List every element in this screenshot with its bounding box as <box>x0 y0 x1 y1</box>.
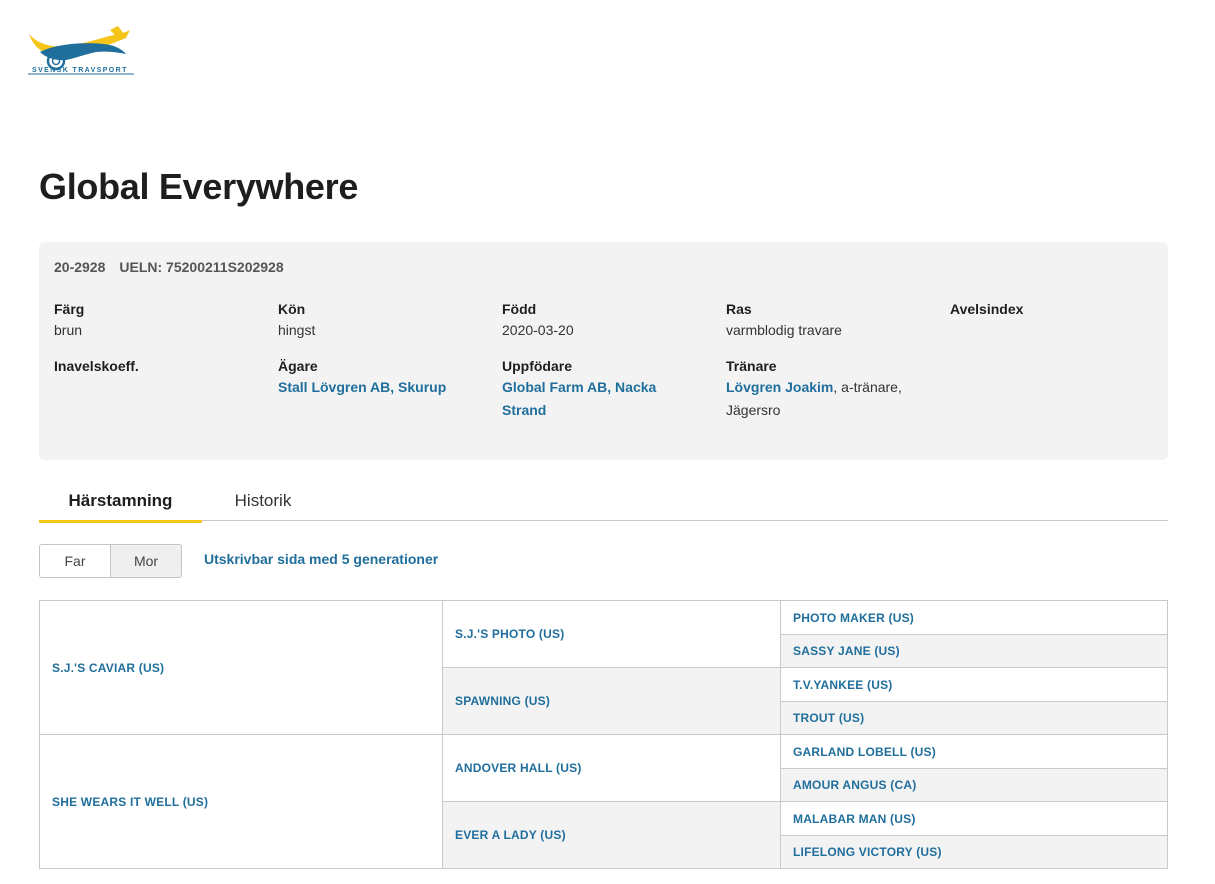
field-born: Född 2020-03-20 <box>502 299 712 342</box>
trainer-label: Tränare <box>726 358 777 374</box>
color-label: Färg <box>54 301 85 317</box>
ueln-number: UELN: 75200211S202928 <box>119 259 284 275</box>
field-color: Färg brun <box>54 299 264 342</box>
breeder-link[interactable]: Global Farm AB, Nacka Strand <box>502 376 712 422</box>
pedigree-gen3-cell: MALABAR MAN (US) <box>780 801 1168 836</box>
born-value: 2020-03-20 <box>502 322 574 338</box>
breeder-link-line2: Strand <box>502 402 547 418</box>
trainer-location: Jägersro <box>726 402 781 418</box>
tab-pedigree[interactable]: Härstamning <box>39 486 202 523</box>
pedigree-gen3-cell: T.V.YANKEE (US) <box>780 667 1168 702</box>
field-sex: Kön hingst <box>278 299 488 342</box>
logo-wordmark: SVENSK TRAVSPORT <box>32 67 128 74</box>
pedigree-gen2-link[interactable]: S.J.'S PHOTO (US) <box>455 627 564 641</box>
page-title: Global Everywhere <box>39 166 359 207</box>
pedigree-gen3-cell: PHOTO MAKER (US) <box>780 600 1168 635</box>
pedigree-dam-cell: SHE WEARS IT WELL (US) <box>39 734 443 869</box>
pedigree-gen3-cell: LIFELONG VICTORY (US) <box>780 835 1168 869</box>
pedigree-gen3-link[interactable]: TROUT (US) <box>793 711 864 725</box>
pedigree-gen3-link[interactable]: AMOUR ANGUS (CA) <box>793 778 916 792</box>
tab-history[interactable]: Historik <box>217 486 309 520</box>
trainer-link[interactable]: Lövgren Joakim <box>726 379 833 395</box>
pedigree-gen3-link[interactable]: PHOTO MAKER (US) <box>793 611 914 625</box>
pedigree-gen3-link[interactable]: GARLAND LOBELL (US) <box>793 745 936 759</box>
toggle-far-button[interactable]: Far <box>40 545 110 577</box>
breed-value: varmblodig travare <box>726 322 842 338</box>
breeder-link-line1: Global Farm AB, Nacka <box>502 379 657 395</box>
pedigree-gen2-cell: ANDOVER HALL (US) <box>442 734 781 802</box>
pedigree-table: S.J.'S CAVIAR (US) SHE WEARS IT WELL (US… <box>39 600 1168 869</box>
pedigree-gen2-cell: SPAWNING (US) <box>442 667 781 735</box>
pedigree-gen2-link[interactable]: EVER A LADY (US) <box>455 828 566 842</box>
sex-value: hingst <box>278 322 316 338</box>
tab-bar: Härstamning Historik <box>39 486 1168 523</box>
pedigree-sire-cell: S.J.'S CAVIAR (US) <box>39 600 443 735</box>
owner-label: Ägare <box>278 358 318 374</box>
born-label: Född <box>502 301 537 317</box>
trainer-value: Lövgren Joakim, a-tränare, Jägersro <box>726 376 936 422</box>
printable-pedigree-link[interactable]: Utskrivbar sida med 5 generationer <box>204 551 438 567</box>
pedigree-gen3-link[interactable]: SASSY JANE (US) <box>793 644 900 658</box>
color-value: brun <box>54 322 83 338</box>
owner-link[interactable]: Stall Lövgren AB, Skurup <box>278 376 488 399</box>
sire-dam-toggle: Far Mor <box>39 544 182 578</box>
field-breeder: Uppfödare Global Farm AB, Nacka Strand <box>502 356 712 422</box>
field-breeding-index: Avelsindex <box>950 299 1160 319</box>
pedigree-gen2-cell: S.J.'S PHOTO (US) <box>442 600 781 668</box>
pedigree-gen3-cell: GARLAND LOBELL (US) <box>780 734 1168 769</box>
field-inbreeding: Inavelskoeff. <box>54 356 264 376</box>
breed-label: Ras <box>726 301 752 317</box>
pedigree-gen3-cell: TROUT (US) <box>780 701 1168 735</box>
pedigree-gen3-link[interactable]: LIFELONG VICTORY (US) <box>793 845 942 859</box>
pedigree-gen3-cell: SASSY JANE (US) <box>780 634 1168 668</box>
field-owner: Ägare Stall Lövgren AB, Skurup <box>278 356 488 399</box>
pedigree-gen3-cell: AMOUR ANGUS (CA) <box>780 768 1168 802</box>
field-trainer: Tränare Lövgren Joakim, a-tränare, Jäger… <box>726 356 936 422</box>
pedigree-dam-link[interactable]: SHE WEARS IT WELL (US) <box>52 795 208 809</box>
registration-number: 20-2928 <box>54 259 106 275</box>
field-breed: Ras varmblodig travare <box>726 299 936 342</box>
pedigree-sire-link[interactable]: S.J.'S CAVIAR (US) <box>52 661 164 675</box>
pedigree-gen2-cell: EVER A LADY (US) <box>442 801 781 869</box>
toggle-mor-button[interactable]: Mor <box>110 545 181 577</box>
pedigree-gen3-link[interactable]: T.V.YANKEE (US) <box>793 678 892 692</box>
pedigree-gen3-link[interactable]: MALABAR MAN (US) <box>793 812 916 826</box>
horse-info-card: 20-2928 UELN: 75200211S202928 Färg brun K… <box>39 242 1168 460</box>
pedigree-gen2-link[interactable]: SPAWNING (US) <box>455 694 550 708</box>
trainer-role: , a-tränare, <box>833 379 902 395</box>
registration-line: 20-2928 UELN: 75200211S202928 <box>54 259 298 275</box>
pedigree-gen2-link[interactable]: ANDOVER HALL (US) <box>455 761 582 775</box>
inbreeding-label: Inavelskoeff. <box>54 358 139 374</box>
breeding-index-label: Avelsindex <box>950 301 1024 317</box>
breeder-label: Uppfödare <box>502 358 572 374</box>
sex-label: Kön <box>278 301 306 317</box>
